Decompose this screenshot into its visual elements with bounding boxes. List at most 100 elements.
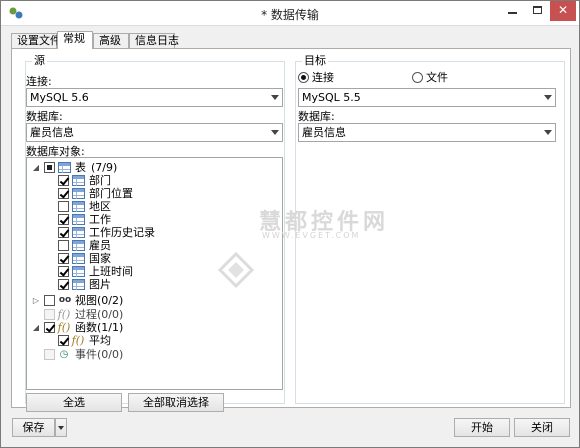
tree-node-events[interactable]: ◷ 事件 (0/0) (27, 348, 277, 361)
target-file-radio-label[interactable]: 文件 (426, 71, 448, 84)
tree-node-label: 过程 (75, 308, 97, 321)
chevron-down-icon (58, 426, 64, 430)
tables-checkbox[interactable] (44, 162, 55, 173)
deselect-all-button[interactable]: 全部取消选择 (128, 393, 224, 412)
tab-message-log[interactable]: 信息日志 (129, 33, 179, 48)
procedures-checkbox (44, 309, 55, 320)
watermark-subtext: WWW.EVGET.COM (262, 231, 361, 240)
table-icon (72, 253, 85, 264)
tree-node-label: 工作 (89, 213, 111, 226)
minimize-icon (508, 12, 517, 14)
table-checkbox[interactable] (58, 214, 69, 225)
tree-node-views[interactable]: ▷ oo 视图 (0/2) (27, 294, 277, 307)
target-connection-radio[interactable] (298, 72, 309, 83)
tree-node-label: 平均 (89, 334, 111, 347)
save-dropdown-button[interactable] (55, 418, 67, 437)
close-window-button[interactable]: ✕ (550, 1, 576, 21)
target-group-title: 目标 (302, 54, 328, 68)
expand-arrow-icon[interactable]: ▷ (32, 294, 40, 307)
general-tab-panel: 源 连接: MySQL 5.6 数据库: 雇员信息 数据库对象: ◢ 表 (7/… (11, 48, 571, 412)
view-icon: oo (58, 295, 72, 305)
source-database-select[interactable]: 雇员信息 (26, 123, 283, 142)
tree-node-label: 部门位置 (89, 187, 133, 200)
table-icon (72, 266, 85, 277)
target-connection-radio-label[interactable]: 连接 (312, 71, 334, 84)
event-icon: ◷ (59, 349, 69, 360)
table-icon (72, 214, 85, 225)
events-checkbox (44, 349, 55, 360)
tree-node-functions[interactable]: ◢ f() 函数 (1/1) (27, 321, 277, 334)
minimize-button[interactable] (499, 1, 525, 21)
table-checkbox[interactable] (58, 266, 69, 277)
target-connection-value: MySQL 5.5 (302, 91, 361, 104)
tree-node-count: (1/1) (97, 321, 124, 334)
maximize-icon (533, 6, 542, 14)
tree-node-label: 上班时间 (89, 265, 133, 278)
source-connection-label: 连接: (26, 75, 52, 88)
source-group-title: 源 (32, 54, 47, 68)
close-button[interactable]: 关闭 (514, 418, 570, 437)
start-button[interactable]: 开始 (454, 418, 510, 437)
tree-node-procedures[interactable]: f() 过程 (0/0) (27, 308, 277, 321)
tree-node-table[interactable]: 雇员 (27, 239, 277, 252)
select-all-button[interactable]: 全选 (26, 393, 122, 412)
source-database-label: 数据库: (26, 110, 63, 123)
tree-node-table[interactable]: 部门位置 (27, 187, 277, 200)
table-icon (72, 188, 85, 199)
tree-node-label: 图片 (89, 278, 111, 291)
table-checkbox[interactable] (58, 175, 69, 186)
function-icon: f() (71, 334, 85, 347)
table-checkbox[interactable] (58, 227, 69, 238)
source-group: 源 连接: MySQL 5.6 数据库: 雇员信息 数据库对象: ◢ 表 (7/… (25, 54, 285, 412)
tab-profiles[interactable]: 设置文件 (11, 33, 61, 48)
tab-advanced[interactable]: 高级 (93, 33, 129, 48)
chevron-down-icon (544, 130, 552, 135)
expand-arrow-icon[interactable]: ◢ (32, 321, 40, 334)
tree-node-label: 函数 (75, 321, 97, 334)
tab-general[interactable]: 常规 (57, 31, 93, 49)
chevron-down-icon (271, 130, 279, 135)
table-icon (72, 227, 85, 238)
procedure-icon: f() (57, 308, 71, 321)
chevron-down-icon (271, 95, 279, 100)
function-checkbox[interactable] (58, 335, 69, 346)
target-file-radio[interactable] (412, 72, 423, 83)
tree-node-table[interactable]: 地区 (27, 200, 277, 213)
tree-node-label: 工作历史记录 (89, 226, 155, 239)
tree-node-table[interactable]: 部门 (27, 174, 277, 187)
title-bar: * 数据传输 ✕ (1, 1, 579, 26)
functions-checkbox[interactable] (44, 322, 55, 333)
table-checkbox[interactable] (58, 253, 69, 264)
tree-node-count: (7/9) (91, 161, 118, 174)
table-icon (72, 279, 85, 290)
tree-node-count: (0/0) (97, 308, 124, 321)
watermark-logo-icon (218, 252, 254, 288)
tree-node-count: (0/0) (97, 348, 124, 361)
tree-node-count: (0/2) (97, 294, 124, 307)
table-checkbox[interactable] (58, 279, 69, 290)
tree-node-table[interactable]: 工作 (27, 213, 277, 226)
table-checkbox[interactable] (58, 240, 69, 251)
target-connection-select[interactable]: MySQL 5.5 (298, 88, 556, 107)
table-checkbox[interactable] (58, 201, 69, 212)
source-connection-value: MySQL 5.6 (30, 91, 89, 104)
tree-node-label: 地区 (89, 200, 111, 213)
maximize-button[interactable] (525, 1, 550, 21)
table-icon (72, 240, 85, 251)
tree-node-tables[interactable]: ◢ 表 (7/9) (27, 161, 277, 174)
tree-node-label: 视图 (75, 294, 97, 307)
expand-arrow-icon[interactable]: ◢ (32, 161, 40, 174)
tree-node-label: 表 (75, 161, 86, 174)
save-button[interactable]: 保存 (12, 418, 55, 437)
target-database-value: 雇员信息 (302, 126, 346, 139)
tree-node-table[interactable]: 工作历史记录 (27, 226, 277, 239)
table-icon (72, 175, 85, 186)
chevron-down-icon (544, 95, 552, 100)
source-connection-select[interactable]: MySQL 5.6 (26, 88, 283, 107)
target-database-select[interactable]: 雇员信息 (298, 123, 556, 142)
tree-node-function[interactable]: f() 平均 (27, 334, 277, 347)
table-checkbox[interactable] (58, 188, 69, 199)
tree-node-label: 部门 (89, 174, 111, 187)
window-title: * 数据传输 (261, 8, 319, 22)
views-checkbox[interactable] (44, 295, 55, 306)
